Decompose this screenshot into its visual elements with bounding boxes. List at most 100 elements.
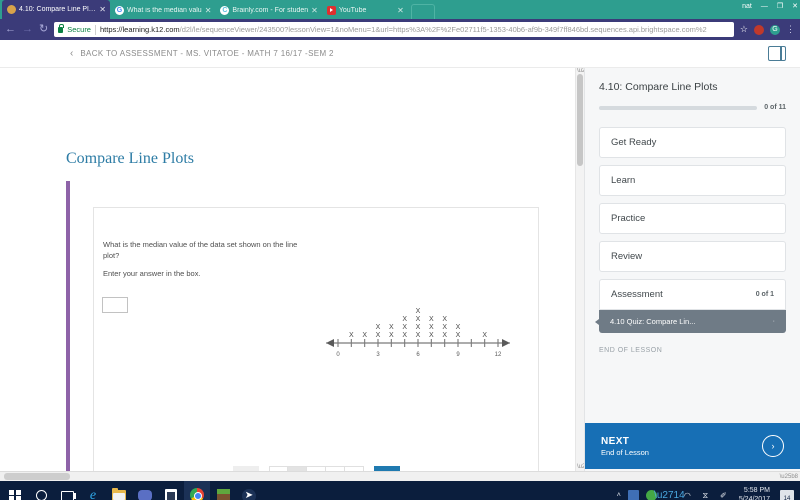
window-restore-label: nat <box>742 2 752 10</box>
reload-icon[interactable]: ↻ <box>39 24 48 35</box>
svg-text:X: X <box>389 324 394 331</box>
new-tab-button[interactable] <box>410 4 435 19</box>
extension-icon-1[interactable] <box>754 24 764 35</box>
work-area: Compare Line Plots What is the median va… <box>0 68 800 471</box>
pagination-prev-button[interactable]: ◀ <box>232 466 259 471</box>
window-close-icon[interactable]: ✕ <box>792 2 798 10</box>
cortana-icon[interactable] <box>28 481 54 500</box>
edge-glyph: e <box>89 487 97 500</box>
close-icon[interactable]: ✕ <box>99 5 106 14</box>
horizontal-scrollbar[interactable]: \u25b8 <box>0 471 800 481</box>
browser-tab-2[interactable]: G What is the median valu ✕ <box>110 2 216 19</box>
back-icon[interactable]: ← <box>5 24 16 35</box>
end-of-lesson-label: END OF LESSON <box>599 347 663 354</box>
pagination-numbers: 12345 <box>268 466 364 471</box>
chrome-icon[interactable] <box>184 481 210 500</box>
breadcrumb[interactable]: BACK TO ASSESSMENT - MS. VITATOE - MATH … <box>80 49 768 58</box>
line-plot: XXXXXXXXXXXXXXXXXXXXXX 0 3 6 9 12 <box>318 293 518 357</box>
browser-tab-4-title: YouTube <box>338 7 367 14</box>
file-explorer-icon[interactable] <box>106 481 132 500</box>
steam-icon[interactable]: ➤ <box>236 481 262 500</box>
sidebar-item-assessment[interactable]: Assessment 0 of 1 <box>599 279 786 310</box>
sidebar-group-assessment: Assessment 0 of 1 4.10 Quiz: Compare Lin… <box>595 279 786 333</box>
network-icon[interactable] <box>627 490 639 500</box>
youtube-favicon-icon <box>326 6 336 15</box>
security-label: Secure <box>67 25 91 34</box>
hscrollbar-thumb[interactable] <box>4 473 70 480</box>
sidebar-item-label: Practice <box>611 213 646 224</box>
sidebar-item-get-ready[interactable]: Get Ready <box>599 127 786 158</box>
pagination-next-button[interactable]: ▶ <box>373 466 400 471</box>
checkmark-icon[interactable]: \u2714 <box>654 490 685 500</box>
svg-text:X: X <box>402 324 407 331</box>
lock-icon <box>58 24 65 33</box>
action-center-icon[interactable]: 14 <box>780 489 794 500</box>
svg-text:6: 6 <box>416 352 420 357</box>
windows-taskbar: e ➤ ˄ \u2714 ◠ ⧖ ✐ 5:58 PM 5/24/2017 14 <box>0 481 800 500</box>
close-icon[interactable]: ✕ <box>311 6 318 15</box>
status-dot-icon: · <box>772 318 775 325</box>
scrollbar-thumb[interactable] <box>577 74 583 166</box>
lesson-scrollbar[interactable]: \u25b2 \u25bc <box>575 68 584 471</box>
window-controls: nat — ❐ ✕ <box>742 2 798 11</box>
sidebar-item-label: Learn <box>611 175 636 186</box>
next-button[interactable]: NEXT End of Lesson › <box>585 423 800 469</box>
extension-icon-2[interactable]: G <box>770 24 780 35</box>
sidebar-subitem-quiz[interactable]: 4.10 Quiz: Compare Lin... · <box>595 310 786 333</box>
discord-icon[interactable] <box>132 481 158 500</box>
pen-icon[interactable]: ✐ <box>718 490 729 500</box>
answer-input[interactable] <box>102 297 128 313</box>
browser-tab-3[interactable]: C Brainly.com - For studen ✕ <box>215 2 322 19</box>
minecraft-icon[interactable] <box>210 481 236 500</box>
minimize-icon[interactable]: — <box>761 3 768 10</box>
svg-text:X: X <box>442 324 447 331</box>
svg-text:X: X <box>429 324 434 331</box>
pagination: ◀ 12345 ▶ <box>94 466 538 471</box>
browser-tabstrip: 4.10: Compare Line Plots ✕ G What is the… <box>0 0 800 19</box>
browser-tab-4[interactable]: YouTube ✕ <box>321 2 408 19</box>
browser-menu-icon[interactable]: ⋮ <box>786 24 795 35</box>
progress-bar <box>599 105 758 110</box>
svg-text:X: X <box>402 332 407 339</box>
bookmark-star-icon[interactable]: ☆ <box>740 24 748 35</box>
question-card: What is the median value of the data set… <box>93 207 539 471</box>
show-hidden-icons-icon[interactable]: ˄ <box>617 492 621 499</box>
browser-tab-1[interactable]: 4.10: Compare Line Plots ✕ <box>2 0 110 19</box>
sidebar-item-learn[interactable]: Learn <box>599 165 786 196</box>
svg-text:X: X <box>416 308 421 315</box>
pagination-page-2[interactable]: 2 <box>287 466 307 471</box>
pagination-page-5[interactable]: 5 <box>344 466 364 471</box>
clock-date: 5/24/2017 <box>738 495 770 500</box>
url-text: https://learning.k12.com/d2l/le/sequence… <box>100 25 730 34</box>
svg-text:X: X <box>349 332 354 339</box>
svg-text:X: X <box>429 332 434 339</box>
clock[interactable]: 5:58 PM 5/24/2017 <box>736 487 773 500</box>
assessment-count: 0 of 1 <box>755 291 774 298</box>
clock-time: 5:58 PM <box>743 487 770 495</box>
close-icon[interactable]: ✕ <box>205 6 212 15</box>
start-icon[interactable] <box>2 481 28 500</box>
browser-tab-1-title: 4.10: Compare Line Plots <box>19 6 97 13</box>
system-tray: ˄ \u2714 ◠ ⧖ ✐ 5:58 PM 5/24/2017 14 <box>617 487 798 500</box>
wifi-icon[interactable]: ◠ <box>682 490 693 500</box>
chevron-left-icon[interactable]: ‹ <box>70 48 73 59</box>
pagination-page-3[interactable]: 3 <box>306 466 326 471</box>
microsoft-store-icon[interactable] <box>158 481 184 500</box>
volume-icon[interactable]: ⧖ <box>700 490 711 500</box>
scroll-right-icon[interactable]: \u25b8 <box>780 474 798 480</box>
address-bar[interactable]: Secure https://learning.k12.com/d2l/le/s… <box>54 22 734 37</box>
maximize-icon[interactable]: ❐ <box>777 2 783 10</box>
svg-text:X: X <box>416 324 421 331</box>
sidebar-item-label: Review <box>611 251 643 262</box>
sidebar-item-practice[interactable]: Practice <box>599 203 786 234</box>
forward-icon[interactable]: → <box>22 24 33 35</box>
pagination-page-4[interactable]: 4 <box>325 466 345 471</box>
edge-icon[interactable]: e <box>80 481 106 500</box>
close-icon[interactable]: ✕ <box>397 6 404 15</box>
toggle-sidebar-icon[interactable] <box>768 46 786 61</box>
pagination-page-1[interactable]: 1 <box>268 466 288 471</box>
scroll-down-icon[interactable]: \u25bc <box>577 464 584 471</box>
task-view-icon[interactable] <box>54 481 80 500</box>
svg-text:3: 3 <box>376 352 380 357</box>
sidebar-item-review[interactable]: Review <box>599 241 786 272</box>
